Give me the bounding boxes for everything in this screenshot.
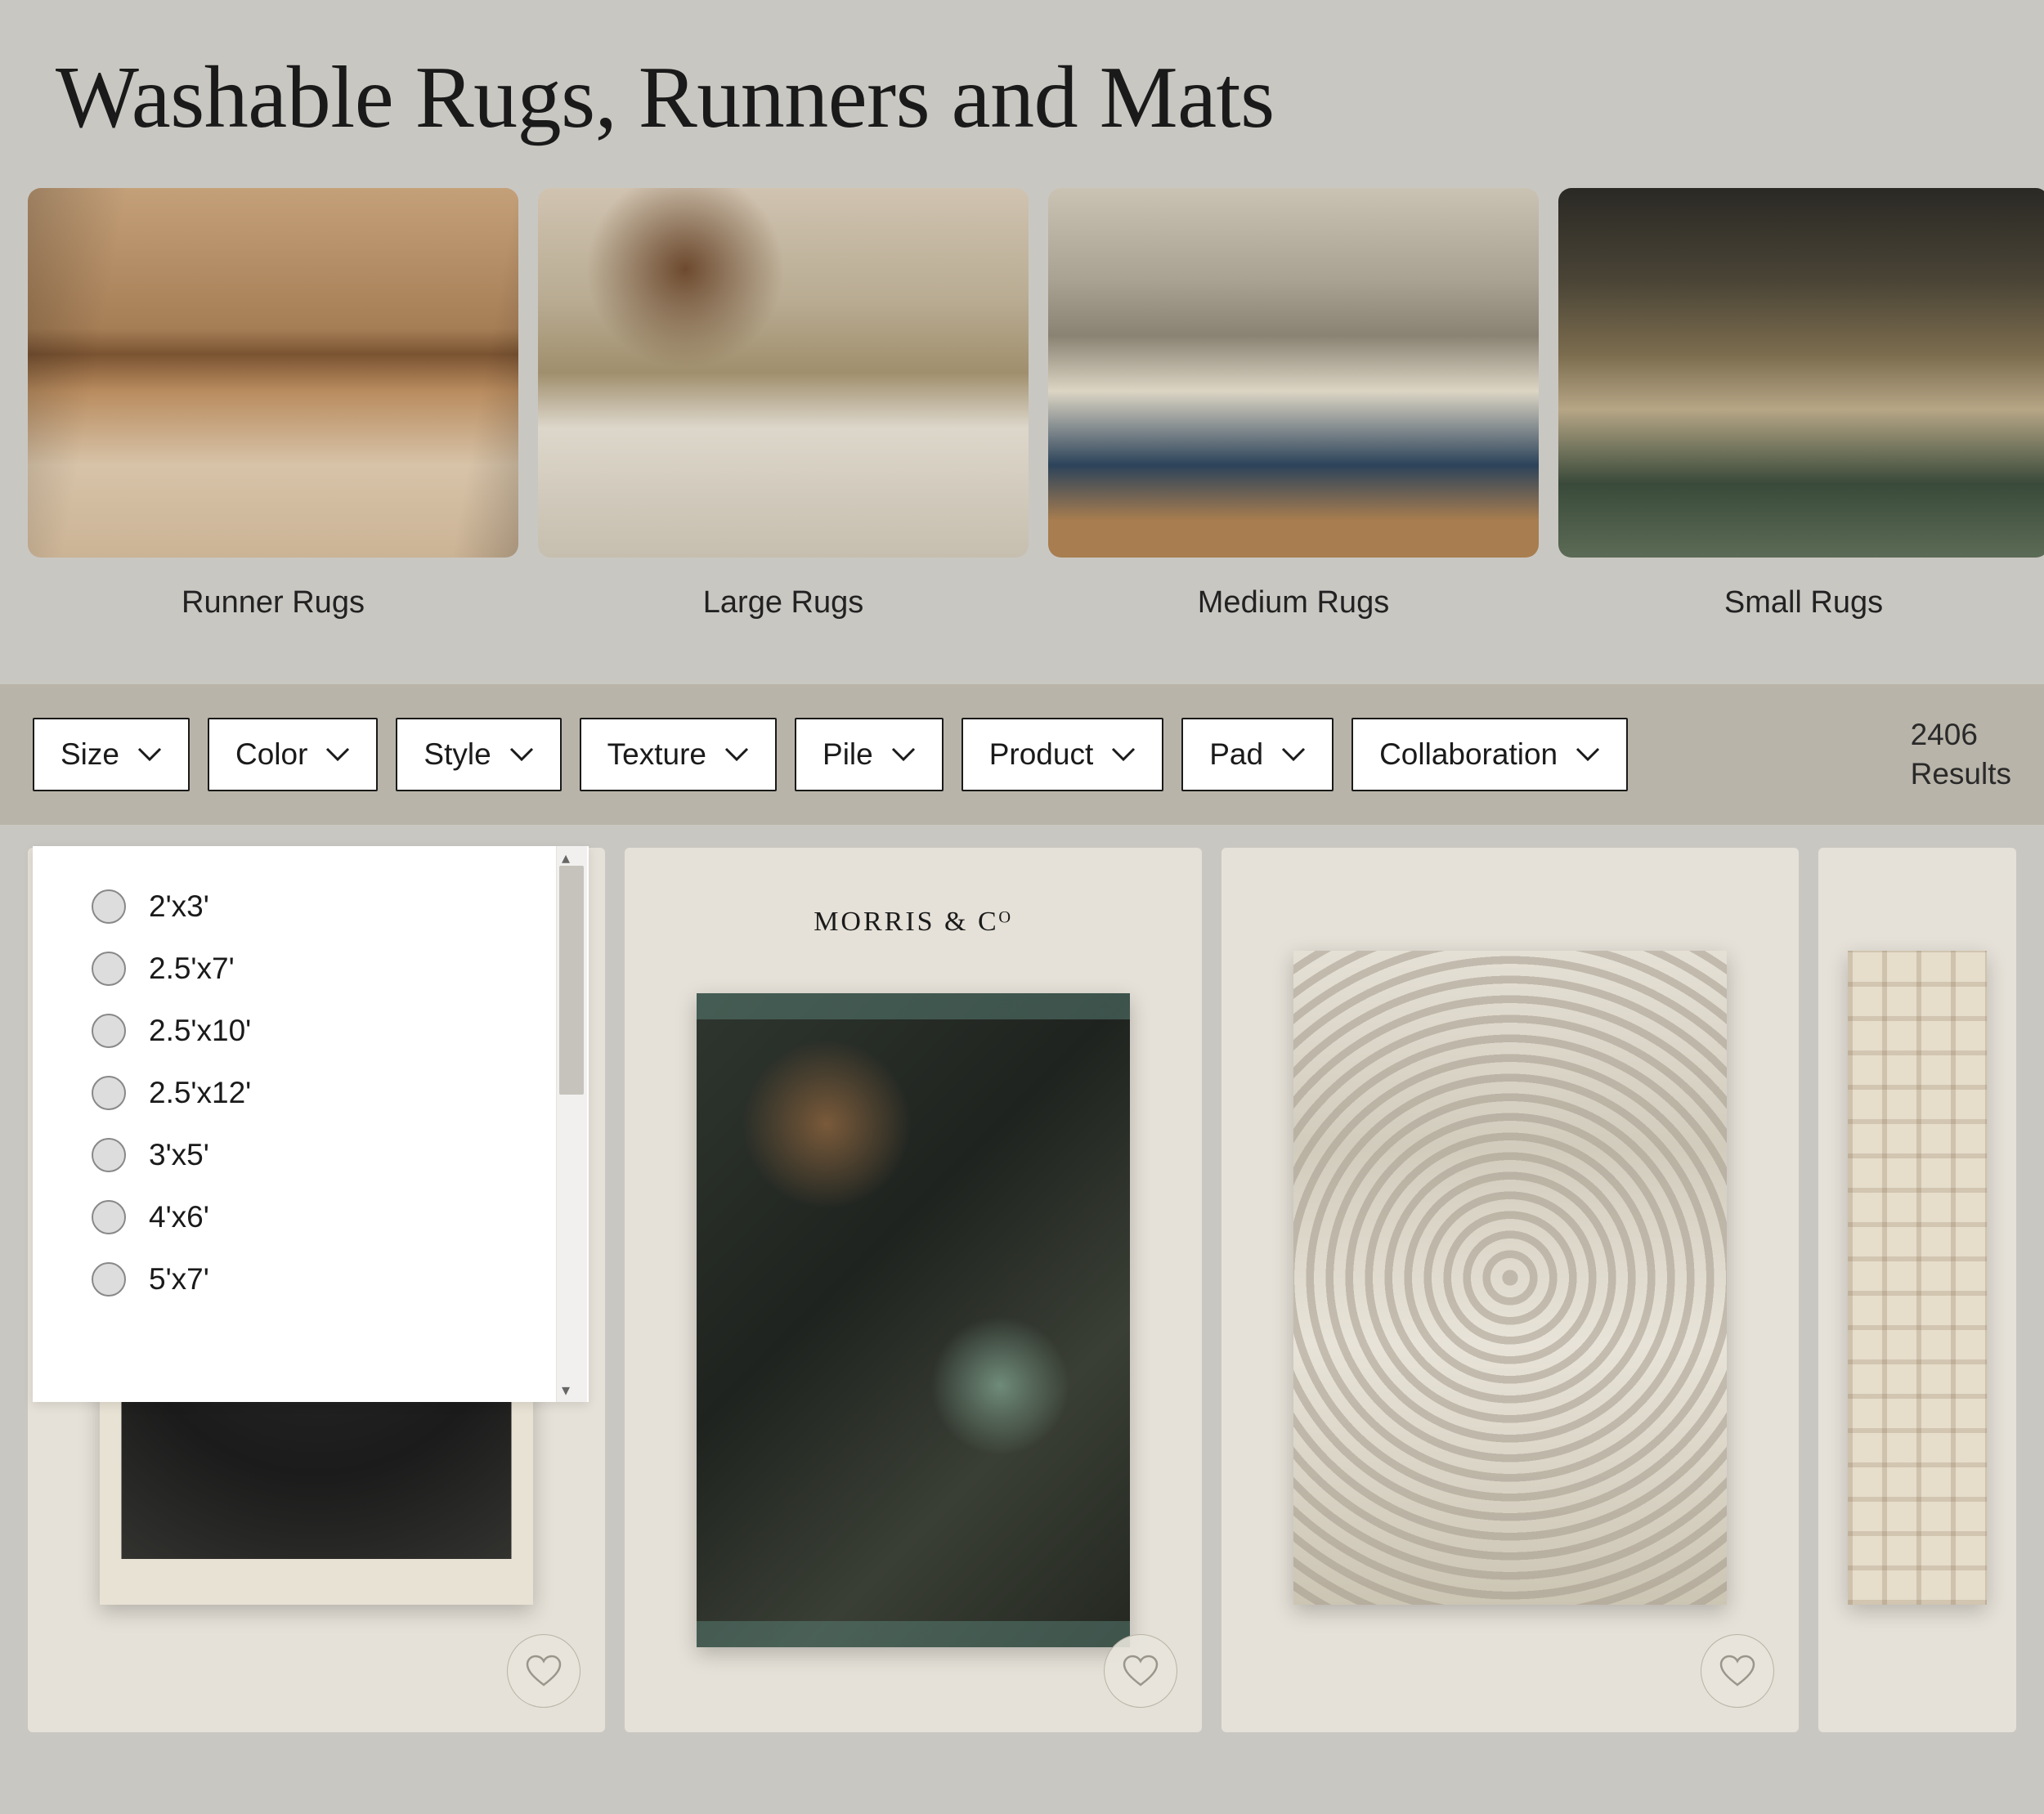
filter-style[interactable]: Style — [396, 718, 561, 791]
category-small-rugs[interactable]: Small Rugs — [1558, 188, 2044, 620]
favorite-button[interactable] — [507, 1634, 580, 1708]
size-dropdown-list[interactable]: 2'x3' 2.5'x7' 2.5'x10' 2.5'x12' 3'x5' 4'… — [33, 846, 556, 1402]
size-option-label: 2.5'x10' — [149, 1014, 251, 1048]
chevron-down-icon — [891, 747, 916, 762]
heart-icon — [1719, 1655, 1755, 1687]
radio-icon — [92, 1200, 126, 1234]
size-option[interactable]: 5'x7' — [92, 1248, 556, 1310]
dropdown-scrollbar[interactable]: ▴ ▾ — [556, 846, 587, 1402]
favorite-button[interactable] — [1701, 1634, 1774, 1708]
category-label: Large Rugs — [538, 585, 1029, 620]
results-count: 2406 Results — [1911, 715, 2011, 794]
filter-label: Size — [61, 737, 119, 772]
category-image-large — [538, 188, 1029, 558]
category-image-small — [1558, 188, 2044, 558]
size-option-label: 2.5'x7' — [149, 952, 235, 986]
radio-icon — [92, 1076, 126, 1110]
filter-product[interactable]: Product — [961, 718, 1164, 791]
filter-label: Pile — [823, 737, 873, 772]
category-image-medium — [1048, 188, 1539, 558]
filter-pile[interactable]: Pile — [795, 718, 944, 791]
filter-texture[interactable]: Texture — [580, 718, 777, 791]
product-card[interactable]: MORRIS & Cᴼ — [625, 848, 1202, 1732]
radio-icon — [92, 889, 126, 924]
product-image — [1293, 951, 1727, 1605]
chevron-down-icon — [1576, 747, 1600, 762]
chevron-down-icon — [724, 747, 749, 762]
results-label: Results — [1911, 757, 2011, 791]
size-option-label: 5'x7' — [149, 1262, 209, 1297]
category-label: Runner Rugs — [28, 585, 518, 620]
radio-icon — [92, 1262, 126, 1297]
radio-icon — [92, 1138, 126, 1172]
filter-color[interactable]: Color — [208, 718, 378, 791]
size-option[interactable]: 2.5'x10' — [92, 1000, 556, 1062]
radio-icon — [92, 952, 126, 986]
size-dropdown: 2'x3' 2.5'x7' 2.5'x10' 2.5'x12' 3'x5' 4'… — [33, 846, 589, 1402]
heart-icon — [1123, 1655, 1159, 1687]
chevron-down-icon — [1281, 747, 1306, 762]
chevron-down-icon — [509, 747, 534, 762]
filter-label: Product — [989, 737, 1094, 772]
category-label: Small Rugs — [1558, 585, 2044, 620]
product-image — [697, 993, 1130, 1647]
category-image-runner — [28, 188, 518, 558]
brand-tag-morris: MORRIS & Cᴼ — [814, 907, 1013, 938]
chevron-down-icon — [325, 747, 350, 762]
size-option-label: 4'x6' — [149, 1200, 209, 1234]
product-image — [1848, 951, 1987, 1605]
radio-icon — [92, 1014, 126, 1048]
page-title: Washable Rugs, Runners and Mats — [0, 0, 2044, 181]
filter-label: Style — [424, 737, 491, 772]
scrollbar-thumb[interactable] — [559, 866, 584, 1095]
heart-icon — [526, 1655, 562, 1687]
size-option[interactable]: 3'x5' — [92, 1124, 556, 1186]
filter-label: Color — [235, 737, 307, 772]
results-number: 2406 — [1911, 718, 1978, 751]
size-option-label: 3'x5' — [149, 1138, 209, 1172]
size-option-label: 2.5'x12' — [149, 1076, 251, 1110]
filter-size[interactable]: Size — [33, 718, 190, 791]
filter-label: Collaboration — [1379, 737, 1558, 772]
filter-label: Pad — [1209, 737, 1263, 772]
size-option[interactable]: 2.5'x12' — [92, 1062, 556, 1124]
filter-pad[interactable]: Pad — [1181, 718, 1334, 791]
scroll-down-icon: ▾ — [562, 1380, 570, 1400]
size-option[interactable]: 2'x3' — [92, 876, 556, 938]
product-card[interactable] — [1221, 848, 1799, 1732]
size-option-label: 2'x3' — [149, 889, 209, 924]
filter-collaboration[interactable]: Collaboration — [1351, 718, 1628, 791]
chevron-down-icon — [137, 747, 162, 762]
filter-bar: Size Color Style Texture Pile Product Pa… — [0, 684, 2044, 825]
category-row: Runner Rugs Large Rugs Medium Rugs Small… — [0, 188, 2044, 620]
size-option[interactable]: 4'x6' — [92, 1186, 556, 1248]
category-label: Medium Rugs — [1048, 585, 1539, 620]
category-runner-rugs[interactable]: Runner Rugs — [28, 188, 518, 620]
category-large-rugs[interactable]: Large Rugs — [538, 188, 1029, 620]
product-card[interactable] — [1818, 848, 2016, 1732]
chevron-down-icon — [1111, 747, 1136, 762]
size-option[interactable]: 2.5'x7' — [92, 938, 556, 1000]
category-medium-rugs[interactable]: Medium Rugs — [1048, 188, 1539, 620]
favorite-button[interactable] — [1104, 1634, 1177, 1708]
filter-label: Texture — [607, 737, 706, 772]
